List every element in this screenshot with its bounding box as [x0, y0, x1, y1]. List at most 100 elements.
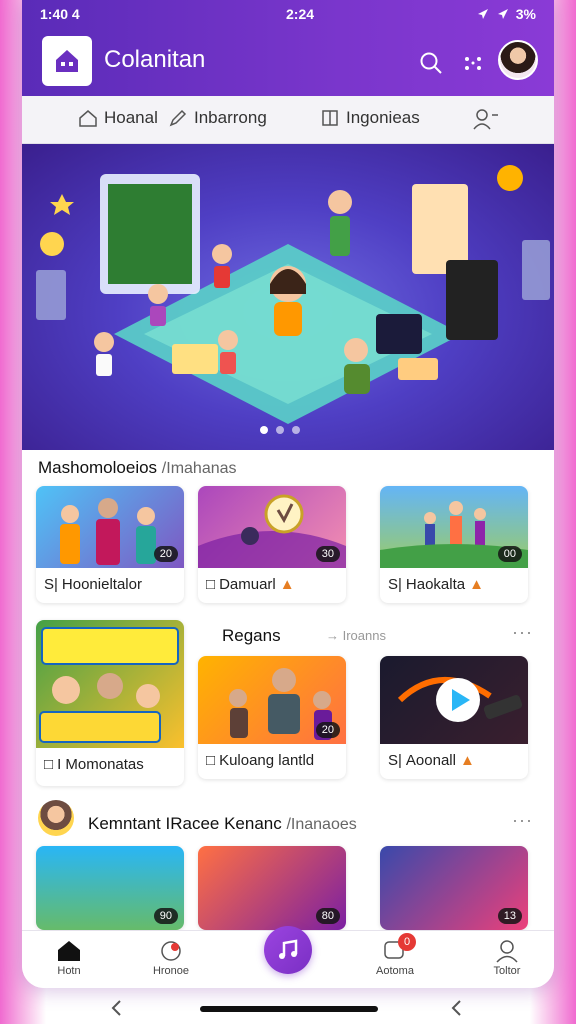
back-icon[interactable] — [108, 998, 126, 1018]
home-indicator[interactable] — [200, 1006, 378, 1012]
tab-label: Inbarrong — [194, 108, 267, 127]
content-card[interactable]: 13 — [380, 846, 528, 930]
card-title: Haokalta — [405, 576, 466, 593]
content-card[interactable]: 80 — [198, 846, 346, 930]
content-card[interactable]: 20 □ Kuloang lantld — [198, 656, 346, 779]
poster-illustration — [39, 627, 179, 743]
section-title: Kemntant IRacee Kenanc /Inanaoes — [88, 814, 357, 834]
book-icon — [322, 110, 338, 126]
card-thumbnail: 90 — [36, 846, 184, 930]
content-card[interactable]: 20 S| Hoonieltalor — [36, 486, 184, 603]
card-label: S| Hoonieltalor — [36, 568, 184, 603]
card-thumbnail: 00 — [380, 486, 528, 568]
duration-badge: 20 — [153, 546, 178, 562]
card-label: □ Kuloang lantld — [198, 744, 346, 779]
nav-label: Aotoma — [376, 965, 414, 977]
more-menu-icon[interactable]: ··· — [512, 622, 533, 643]
carousel-dot[interactable] — [276, 426, 284, 434]
card-title: Aoonall — [405, 752, 456, 769]
card-prefix: S| — [44, 576, 58, 593]
duration-badge: 90 — [153, 908, 178, 924]
section-title-text: Mashomoloeios — [38, 458, 158, 477]
nav-item-profile[interactable]: Toltor — [472, 939, 542, 977]
status-icons: 3% — [476, 6, 536, 22]
profile-icon — [496, 940, 518, 963]
tab-hoanal[interactable]: Hoanal — [78, 108, 158, 128]
content-card[interactable]: 30 □ Damuarl ▲ — [198, 486, 346, 603]
video-illustration — [397, 676, 523, 722]
search-icon — [420, 52, 442, 74]
home-outline-icon — [79, 110, 97, 127]
duration-badge: 20 — [315, 722, 340, 738]
phone-screen: 1:40 4 2:24 3% Colanitan Hoanal Inbarron… — [22, 0, 554, 988]
status-bar: 1:40 4 2:24 3% — [40, 6, 536, 26]
notification-badge: 0 — [398, 933, 416, 951]
home-icon — [58, 941, 80, 961]
signal-icon — [497, 9, 508, 19]
card-thumbnail — [36, 620, 184, 748]
carousel-indicator[interactable] — [260, 426, 300, 434]
nav-label: Hronoe — [152, 965, 190, 977]
section-title: Mashomoloeios /Imahanas — [38, 458, 237, 478]
hero-banner[interactable] — [22, 144, 554, 450]
house-logo-icon — [56, 50, 78, 72]
card-thumbnail: 80 — [198, 846, 346, 930]
content-card[interactable]: 00 S| Haokalta ▲ — [380, 486, 528, 603]
card-thumbnail: 13 — [380, 846, 528, 930]
duration-badge: 00 — [497, 546, 522, 562]
tab-inbarrong[interactable]: Inbarrong — [168, 108, 267, 128]
music-fab-button[interactable] — [264, 926, 312, 974]
section-title-text: Regans — [222, 626, 281, 645]
carousel-dot[interactable] — [260, 426, 268, 434]
nav-item-messages[interactable]: 0 Aotoma — [360, 933, 430, 977]
section-subtitle: → Iroanns — [326, 628, 386, 643]
tab-label: Ingonieas — [346, 108, 420, 127]
card-title: Hoonieltalor — [61, 576, 142, 593]
card-label: □ I Momonatas — [36, 748, 184, 783]
tab-ingonieas[interactable]: Ingonieas — [320, 108, 420, 128]
nav-label: Toltor — [493, 965, 521, 977]
status-time: 1:40 4 — [40, 6, 80, 22]
search-button[interactable] — [418, 50, 444, 76]
section-subtitle: /Inanaoes — [286, 816, 357, 833]
nav-label: Hotn — [57, 965, 81, 977]
pen-icon — [169, 109, 187, 127]
dots-icon — [465, 57, 481, 70]
card-title: Kuloang lantld — [219, 752, 315, 769]
music-note-icon — [279, 939, 298, 959]
status-clock: 2:24 — [286, 6, 315, 22]
top-app-bar: 1:40 4 2:24 3% Colanitan — [22, 0, 554, 96]
nav-item-home[interactable]: Hotn — [34, 939, 104, 977]
app-logo[interactable] — [42, 36, 92, 86]
back-icon[interactable] — [448, 998, 466, 1018]
nav-item-notifications[interactable]: Hronoe — [136, 939, 206, 977]
section-title: Regans — [222, 626, 281, 646]
flame-icon: ▲ — [459, 752, 475, 769]
tab-add-user[interactable] — [472, 108, 498, 130]
location-icon — [477, 9, 488, 19]
section-subtitle: /Imahanas — [161, 460, 237, 477]
more-menu-icon[interactable]: ··· — [512, 810, 533, 831]
card-prefix: □ — [44, 756, 54, 773]
section-avatar[interactable] — [38, 800, 74, 836]
content-card[interactable]: S| Aoonall ▲ — [380, 656, 528, 779]
category-tabs: Hoanal Inbarrong Ingonieas — [22, 96, 554, 144]
card-prefix: □ — [206, 752, 216, 769]
profile-avatar[interactable] — [498, 40, 538, 80]
card-thumbnail: 20 — [198, 656, 346, 744]
system-navigation-bar — [0, 992, 576, 1024]
card-prefix: S| — [388, 752, 402, 769]
carousel-dot[interactable] — [292, 426, 300, 434]
content-card-tall[interactable]: □ I Momonatas — [36, 620, 184, 786]
card-thumbnail — [380, 656, 528, 744]
card-prefix: □ — [206, 576, 216, 593]
battery-text: 3% — [515, 6, 536, 22]
duration-badge: 13 — [497, 908, 522, 924]
add-user-icon — [473, 109, 498, 130]
bell-icon — [161, 941, 181, 961]
more-options-button[interactable] — [460, 50, 486, 76]
duration-badge: 80 — [315, 908, 340, 924]
content-card[interactable]: 90 — [36, 846, 184, 930]
flame-icon: ▲ — [279, 576, 295, 593]
tab-label: Hoanal — [104, 108, 158, 127]
